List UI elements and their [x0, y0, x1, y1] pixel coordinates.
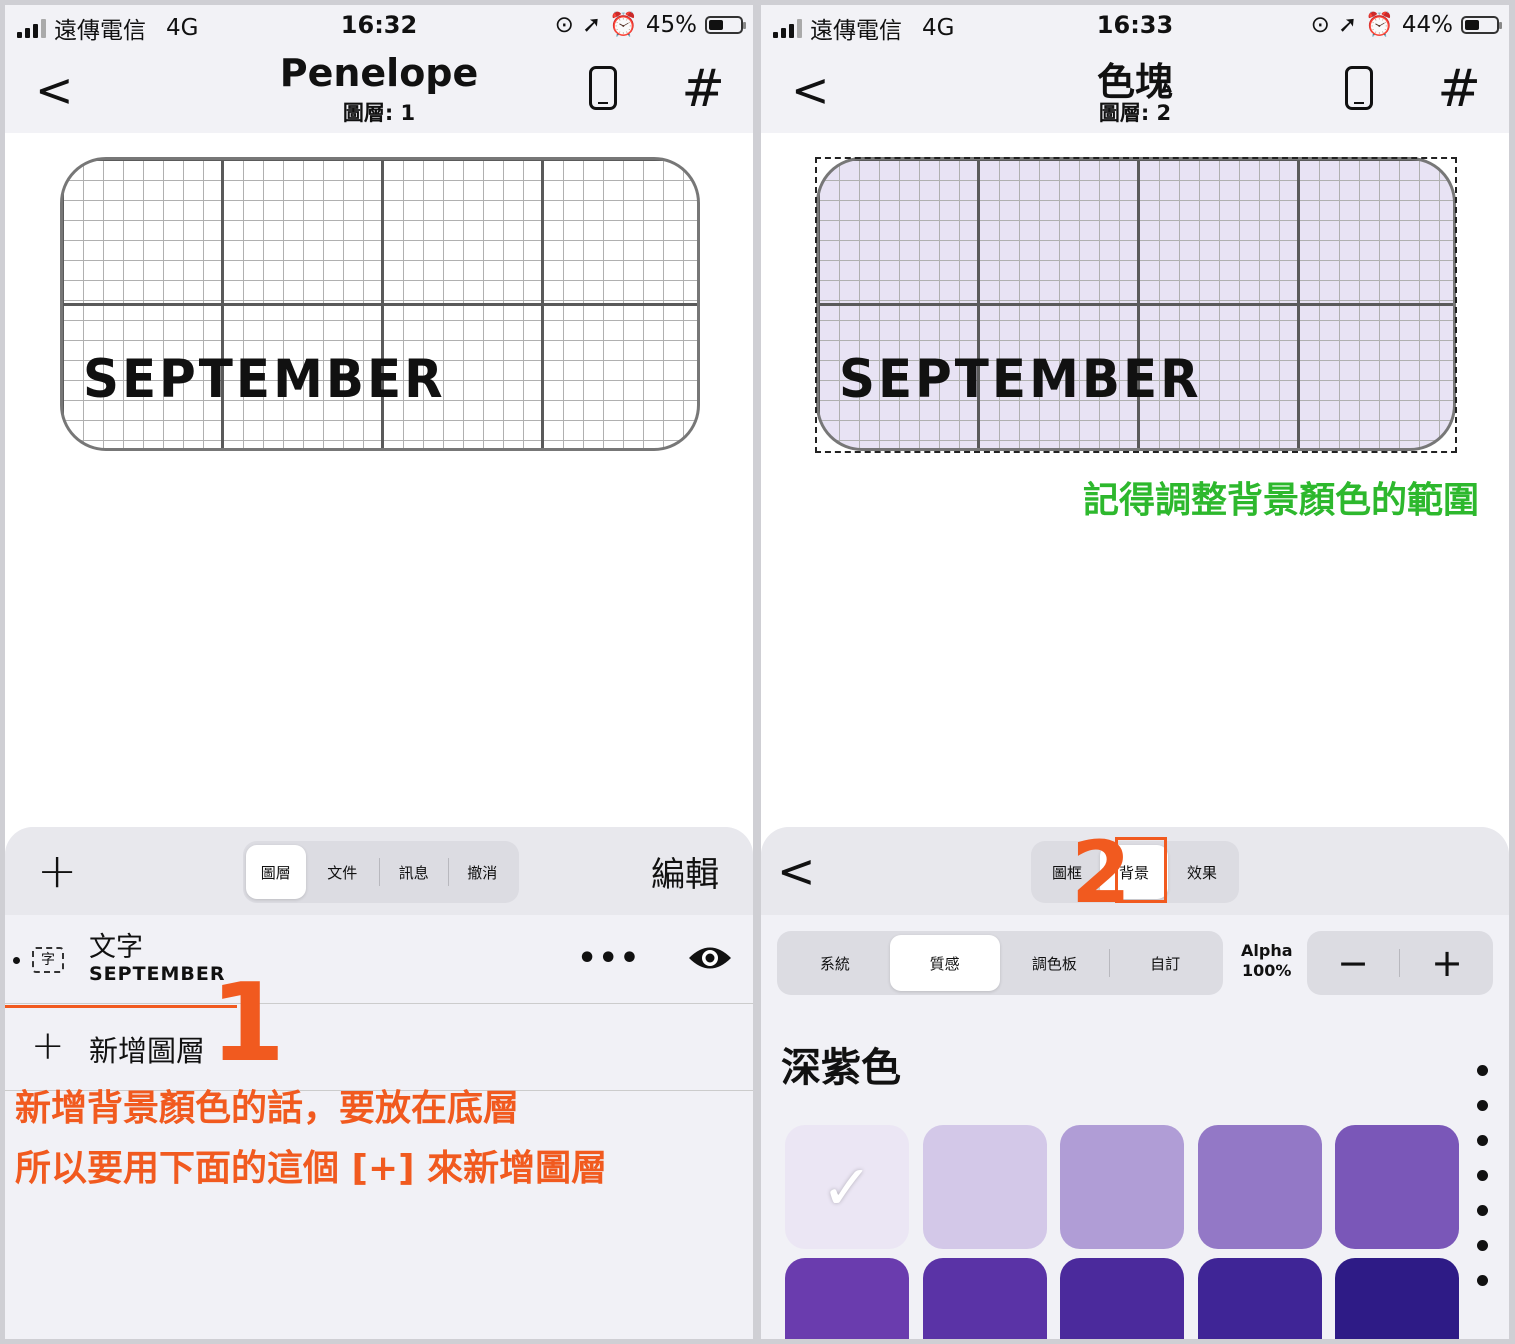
battery-percent: 44% — [1401, 11, 1453, 38]
color-swatch[interactable] — [785, 1258, 909, 1339]
left-screenshot: 遠傳電信 4G 16:32 ⊙ ➚ ⏰ 45% < Penelope 圖層: 1… — [5, 5, 753, 1339]
layer-count: 圖層: 2 — [1098, 101, 1172, 125]
tab-effects[interactable]: 效果 — [1168, 845, 1236, 899]
more-icon[interactable]: ••• — [577, 941, 641, 976]
widget-text: SEPTEMBER — [83, 348, 446, 410]
location-icon: ➚ — [581, 11, 602, 38]
selection-outline[interactable] — [815, 157, 1457, 453]
status-bar: 遠傳電信 4G 16:32 ⊙ ➚ ⏰ 45% — [5, 5, 753, 49]
annotation-number-1: 1 — [210, 961, 286, 1086]
alpha-stepper: − + — [1307, 931, 1493, 995]
orientation-lock-icon: ⊙ — [554, 11, 574, 38]
panel-tabs: 圖層 文件 訊息 撤消 — [243, 841, 519, 903]
orientation-lock-icon: ⊙ — [1310, 11, 1330, 38]
color-swatch[interactable] — [922, 1125, 1047, 1249]
back-icon[interactable]: < — [777, 843, 816, 899]
grid-icon[interactable]: # — [1437, 59, 1481, 119]
annotation-line-1: 新增背景顏色的話，要放在底層 — [15, 1088, 520, 1129]
add-icon[interactable]: + — [37, 841, 77, 901]
tab-system[interactable]: 系統 — [780, 935, 890, 991]
text-layer-icon: 字 — [32, 947, 64, 973]
location-icon: ➚ — [1337, 11, 1358, 38]
color-group-title: 深紫色 — [781, 1045, 901, 1091]
battery-percent: 45% — [645, 11, 697, 38]
color-panel: < 圖框 背景 效果 2 系統 質感 調色板 自訂 Alpha 100% − +… — [761, 823, 1509, 1339]
color-swatch[interactable] — [1060, 1125, 1184, 1249]
nav-bar: < 色塊 圖層: 2 # — [761, 49, 1509, 133]
more-vertical-icon[interactable] — [1477, 1065, 1491, 1310]
tab-texture[interactable]: 質感 — [889, 935, 1000, 991]
layer-bullet — [13, 957, 20, 964]
annotation-bracket — [5, 1005, 237, 1090]
layer-preview-text: SEPTEMBER — [89, 963, 226, 985]
right-screenshot: 遠傳電信 4G 16:33 ⊙ ➚ ⏰ 44% < 色塊 圖層: 2 # SEP… — [761, 5, 1509, 1339]
alpha-label: Alpha 100% — [1241, 941, 1293, 981]
device-preview-icon[interactable] — [1345, 66, 1373, 110]
alarm-icon: ⏰ — [609, 12, 638, 38]
color-swatch[interactable] — [922, 1258, 1047, 1339]
alpha-value: 100% — [1242, 961, 1292, 980]
color-swatch[interactable] — [1060, 1258, 1184, 1339]
color-swatch[interactable] — [1335, 1258, 1459, 1339]
eye-icon[interactable] — [687, 943, 733, 973]
color-swatch[interactable] — [1197, 1125, 1322, 1249]
edit-button[interactable]: 編輯 — [651, 847, 719, 896]
battery-icon — [1461, 15, 1502, 34]
tab-palette[interactable]: 調色板 — [1000, 935, 1110, 991]
widget-canvas[interactable]: SEPTEMBER — [60, 157, 700, 451]
annotation-number-2: 2 — [1071, 823, 1131, 923]
alpha-title: Alpha — [1241, 941, 1293, 960]
color-swatch[interactable] — [1335, 1125, 1459, 1249]
annotation-note: 記得調整背景顏色的範圍 — [1082, 480, 1479, 521]
layer-count: 圖層: 1 — [342, 101, 416, 125]
color-swatch[interactable]: ✓ — [785, 1125, 909, 1249]
layer-name: 文字 — [89, 932, 143, 963]
battery-icon — [705, 15, 746, 34]
nav-bar: < Penelope 圖層: 1 # — [5, 49, 753, 133]
panel-header: + 圖層 文件 訊息 撤消 編輯 — [5, 827, 753, 915]
checkmark-icon: ✓ — [821, 1150, 873, 1224]
layer-item-text[interactable]: 字 文字 SEPTEMBER ••• — [5, 919, 753, 1004]
color-swatch[interactable] — [1197, 1258, 1322, 1339]
grid-icon[interactable]: # — [681, 59, 725, 119]
tab-layers[interactable]: 圖層 — [246, 845, 306, 899]
status-bar: 遠傳電信 4G 16:33 ⊙ ➚ ⏰ 44% — [761, 5, 1509, 49]
annotation-line-2: 所以要用下面的這個 [+] 來新增圖層 — [15, 1148, 608, 1189]
tab-undo[interactable]: 撤消 — [449, 845, 517, 899]
tab-custom[interactable]: 自訂 — [1110, 935, 1220, 991]
device-preview-icon[interactable] — [589, 66, 617, 110]
color-source-tabs: 系統 質感 調色板 自訂 — [777, 931, 1223, 995]
panel-header: < 圖框 背景 效果 2 — [761, 823, 1509, 923]
alarm-icon: ⏰ — [1365, 12, 1394, 38]
tab-document[interactable]: 文件 — [306, 845, 379, 899]
page-title: Penelope — [279, 51, 479, 95]
increase-button[interactable]: + — [1401, 931, 1493, 995]
decrease-button[interactable]: − — [1307, 931, 1399, 995]
tab-info[interactable]: 訊息 — [380, 845, 448, 899]
